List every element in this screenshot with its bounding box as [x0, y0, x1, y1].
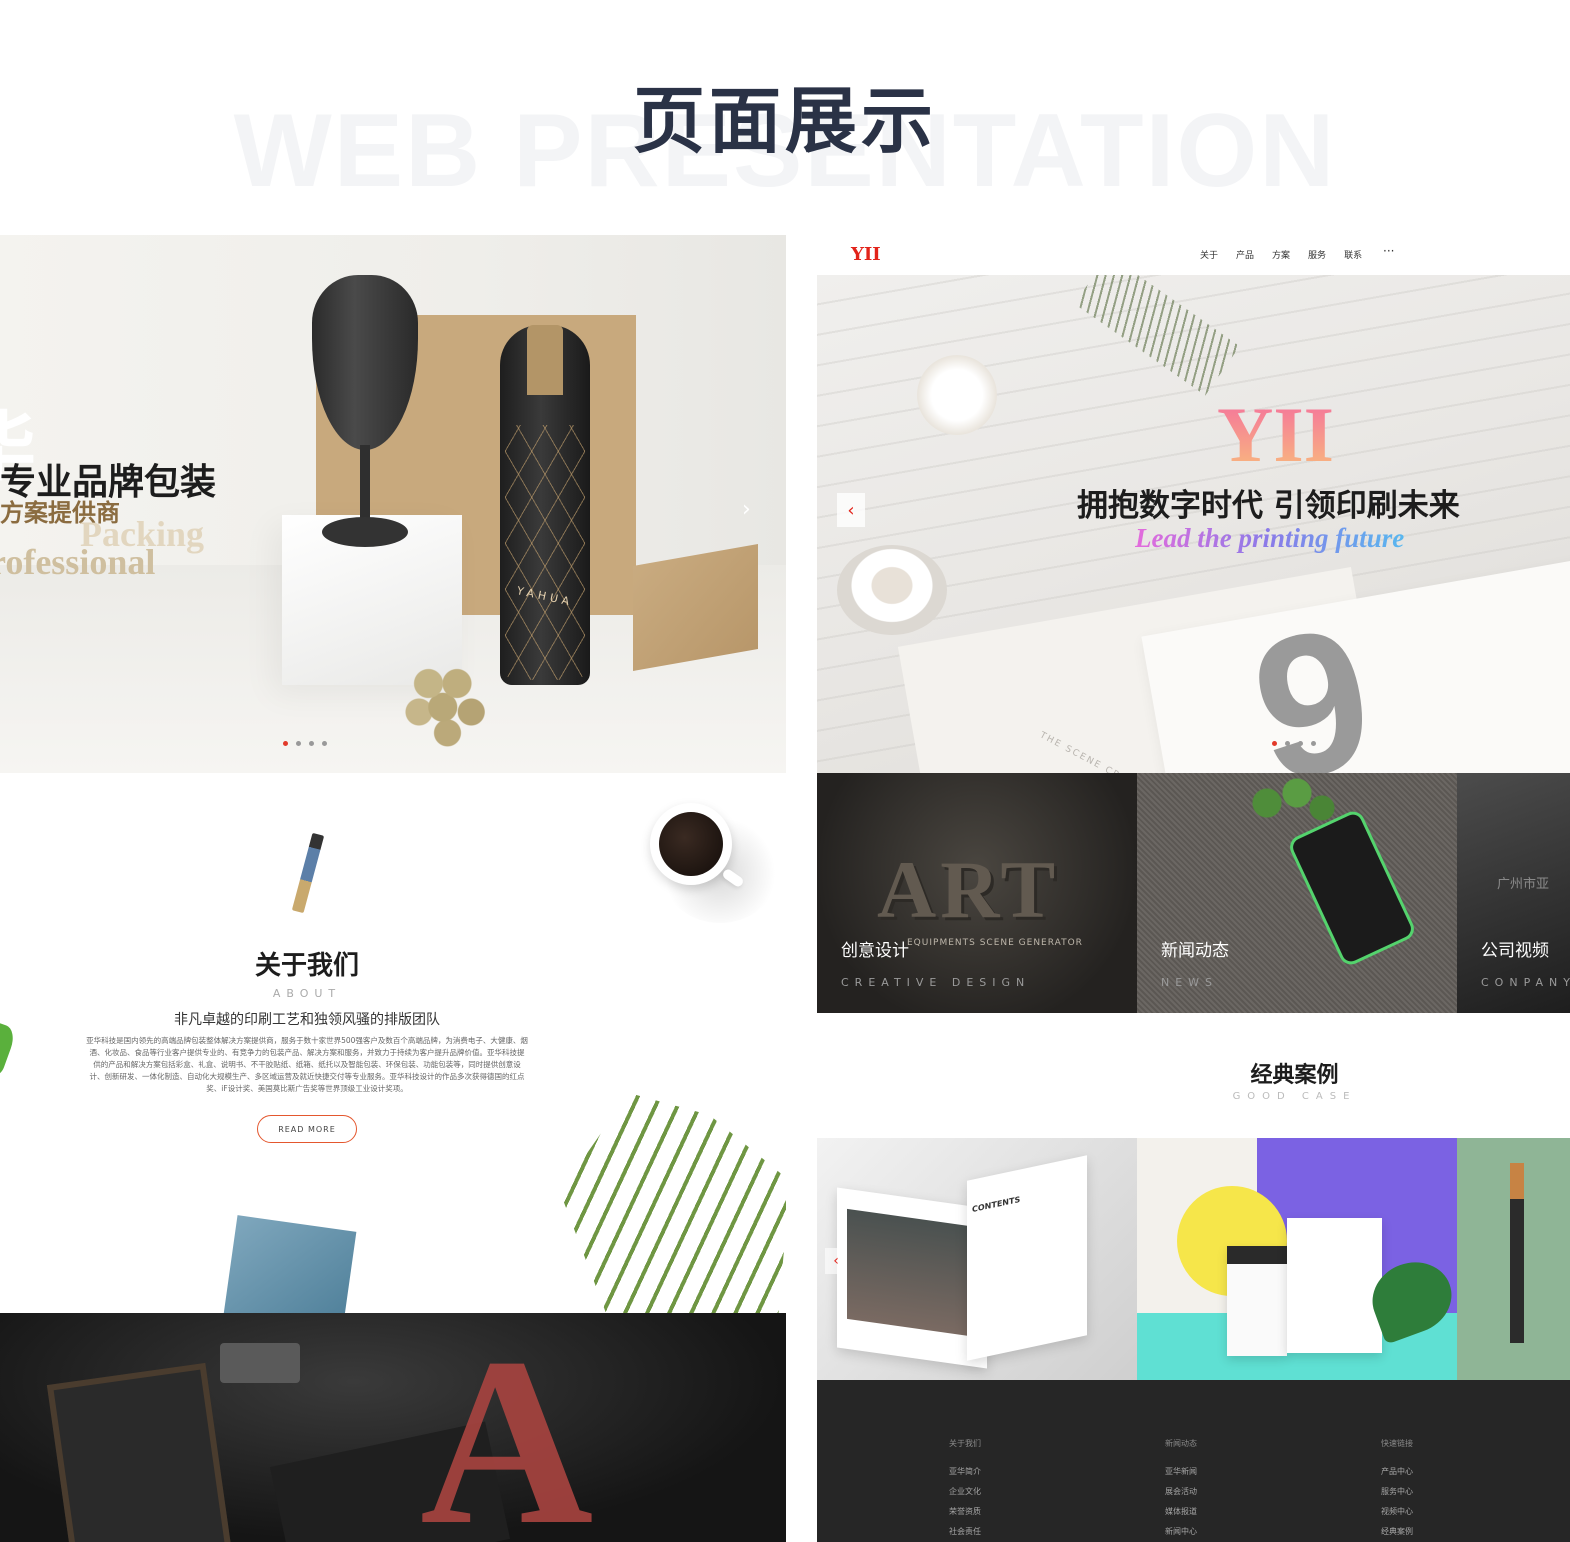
nav-item-contact[interactable]: 联系 [1344, 248, 1362, 261]
wooden-tray-image [46, 1362, 234, 1542]
tile-news[interactable]: 新闻动态 NEWS [1137, 773, 1457, 1013]
art-graphic: ART [877, 844, 1060, 935]
carousel-dot[interactable] [1311, 741, 1316, 746]
plant-image [1237, 773, 1337, 823]
footer-link[interactable]: 服务中心 [1381, 1486, 1413, 1497]
site-footer: 关于我们 亚华简介 企业文化 荣誉资质 社会责任 新闻动态 亚华新闻 展会活动 … [817, 1380, 1570, 1542]
carousel-dot[interactable] [309, 741, 314, 746]
small-box-image [633, 543, 758, 672]
about-title: 关于我们 [254, 951, 359, 981]
magazine-right-page [967, 1155, 1087, 1361]
about-subtitle: 非凡卓越的印刷工艺和独领风骚的排版团队 [174, 1012, 440, 1028]
tile-en-label: NEWS [1161, 976, 1219, 989]
carousel-dot-active[interactable] [283, 741, 288, 746]
fern-leaf-image [560, 1093, 786, 1313]
tape-roll-image [837, 545, 947, 635]
right-website-mockup: YII 关于 产品 方案 服务 联系 ··· 9 YII 拥抱数字时代 引领印刷… [817, 235, 1570, 1542]
hero-en-word-2: rofessional [0, 542, 156, 582]
nav-item-solutions[interactable]: 方案 [1272, 248, 1290, 261]
page-title: 页面展示 [632, 79, 937, 163]
chevron-left-icon[interactable]: ‹ [825, 1248, 847, 1274]
cases-gallery: CONTENTS ‹ [817, 1138, 1570, 1380]
hero-slogan-en: Lead the printing future [1135, 523, 1405, 553]
footer-column-quicklinks: 快速链接 产品中心 服务中心 视频中心 经典案例 [1381, 1438, 1413, 1542]
footer-link[interactable]: 社会责任 [949, 1526, 981, 1537]
tall-pencil-image [1510, 1163, 1524, 1343]
nav-menu: 关于 产品 方案 服务 联系 [1200, 248, 1362, 261]
right-hero-banner: 9 YII 拥抱数字时代 引领印刷未来 Lead the printing fu… [817, 275, 1570, 773]
magazine-photo [847, 1208, 977, 1338]
footer-link[interactable]: 视频中心 [1381, 1506, 1413, 1517]
cases-en-title: GOOD CASE [1232, 1091, 1357, 1102]
site-logo[interactable]: YII [851, 244, 881, 265]
footer-link[interactable]: 媒体报道 [1165, 1506, 1197, 1517]
carousel-dot[interactable] [296, 741, 301, 746]
footer-column-news: 新闻动态 亚华新闻 展会活动 媒体报道 新闻中心 [1165, 1438, 1197, 1542]
footer-heading: 新闻动态 [1165, 1439, 1197, 1448]
carousel-dots [1272, 741, 1316, 746]
carousel-dot[interactable] [1298, 741, 1303, 746]
pencil-image [291, 832, 325, 914]
nav-item-services[interactable]: 服务 [1308, 248, 1326, 261]
bottle-pattern [505, 425, 585, 680]
chevron-left-icon[interactable]: ‹ [837, 493, 865, 527]
tile-label: 创意设计 [841, 941, 909, 961]
tile-company-video[interactable]: 广州市亚 公司视频 CONPANY [1457, 773, 1570, 1013]
tile-en-label: CREATIVE DESIGN [841, 976, 1031, 989]
chevron-right-icon[interactable]: › [742, 497, 751, 522]
letter-a-sculpture: A [420, 1313, 594, 1542]
footer-link[interactable]: 展会活动 [1165, 1486, 1197, 1497]
device-image [220, 1343, 300, 1383]
carousel-dots [283, 741, 327, 746]
footer-heading: 快速链接 [1381, 1439, 1413, 1448]
tile-overlay-text: 广州市亚 [1497, 877, 1550, 892]
tile-en-label: CONPANY [1481, 976, 1570, 989]
cotton-image [917, 355, 997, 435]
footer-column-about: 关于我们 亚华简介 企业文化 荣誉资质 社会责任 [949, 1438, 981, 1542]
footer-link[interactable]: 亚华新闻 [1165, 1466, 1197, 1477]
cases-heading-section: 经典案例 GOOD CASE [817, 1013, 1570, 1138]
notebook-image [223, 1215, 357, 1313]
carousel-dot[interactable] [322, 741, 327, 746]
nav-item-products[interactable]: 产品 [1236, 248, 1254, 261]
hero-logo: YII [1217, 391, 1335, 478]
footer-heading: 关于我们 [949, 1439, 981, 1448]
art-subtext: EQUIPMENTS SCENE GENERATOR [907, 938, 1083, 948]
tile-creative-design[interactable]: ART EQUIPMENTS SCENE GENERATOR 创意设计 CREA… [817, 773, 1137, 1013]
read-more-button[interactable]: READ MORE [257, 1115, 357, 1143]
top-nav: YII 关于 产品 方案 服务 联系 ··· [817, 235, 1570, 275]
about-en-title: ABOUT [272, 987, 342, 1000]
about-body-text: 亚华科技是国内领先的高端品牌包装整体解决方案提供商，服务于数十家世界500强客户… [86, 1036, 528, 1093]
tile-label: 公司视频 [1481, 941, 1549, 961]
footer-link[interactable]: 亚华简介 [949, 1466, 981, 1477]
coffee-image [659, 812, 723, 876]
bottle-neck [527, 325, 563, 395]
footer-link[interactable]: 产品中心 [1381, 1466, 1413, 1477]
pouch-image [1227, 1246, 1287, 1356]
grapes-image [400, 655, 495, 750]
dark-banner-section: A [0, 1313, 786, 1542]
hero-slogan: 拥抱数字时代 引领印刷未来 [1077, 488, 1460, 524]
footer-link[interactable]: 经典案例 [1381, 1526, 1413, 1537]
footer-link[interactable]: 新闻中心 [1165, 1526, 1197, 1537]
footer-link[interactable]: 企业文化 [949, 1486, 981, 1497]
tile-label: 新闻动态 [1161, 941, 1229, 961]
left-hero-banner: YAHUA 华 专业品牌包装 方案提供商 Packing rofessional… [0, 235, 786, 773]
about-section: 关于我们 ABOUT 非凡卓越的印刷工艺和独领风骚的排版团队 亚华科技是国内领先… [0, 773, 786, 1313]
footer-link[interactable]: 荣誉资质 [949, 1506, 981, 1517]
wine-glass-stem [360, 445, 370, 525]
carousel-dot[interactable] [1285, 741, 1290, 746]
nav-item-about[interactable]: 关于 [1200, 248, 1218, 261]
wine-glass-base [322, 517, 408, 547]
feature-tiles: ART EQUIPMENTS SCENE GENERATOR 创意设计 CREA… [817, 773, 1570, 1013]
left-website-mockup: YAHUA 华 专业品牌包装 方案提供商 Packing rofessional… [0, 235, 786, 1542]
shopping-bag-image [1287, 1218, 1382, 1353]
carousel-dot-active[interactable] [1272, 741, 1277, 746]
phone-image [1286, 807, 1418, 969]
cases-title: 经典案例 [1250, 1062, 1339, 1088]
more-icon[interactable]: ··· [1383, 244, 1394, 258]
